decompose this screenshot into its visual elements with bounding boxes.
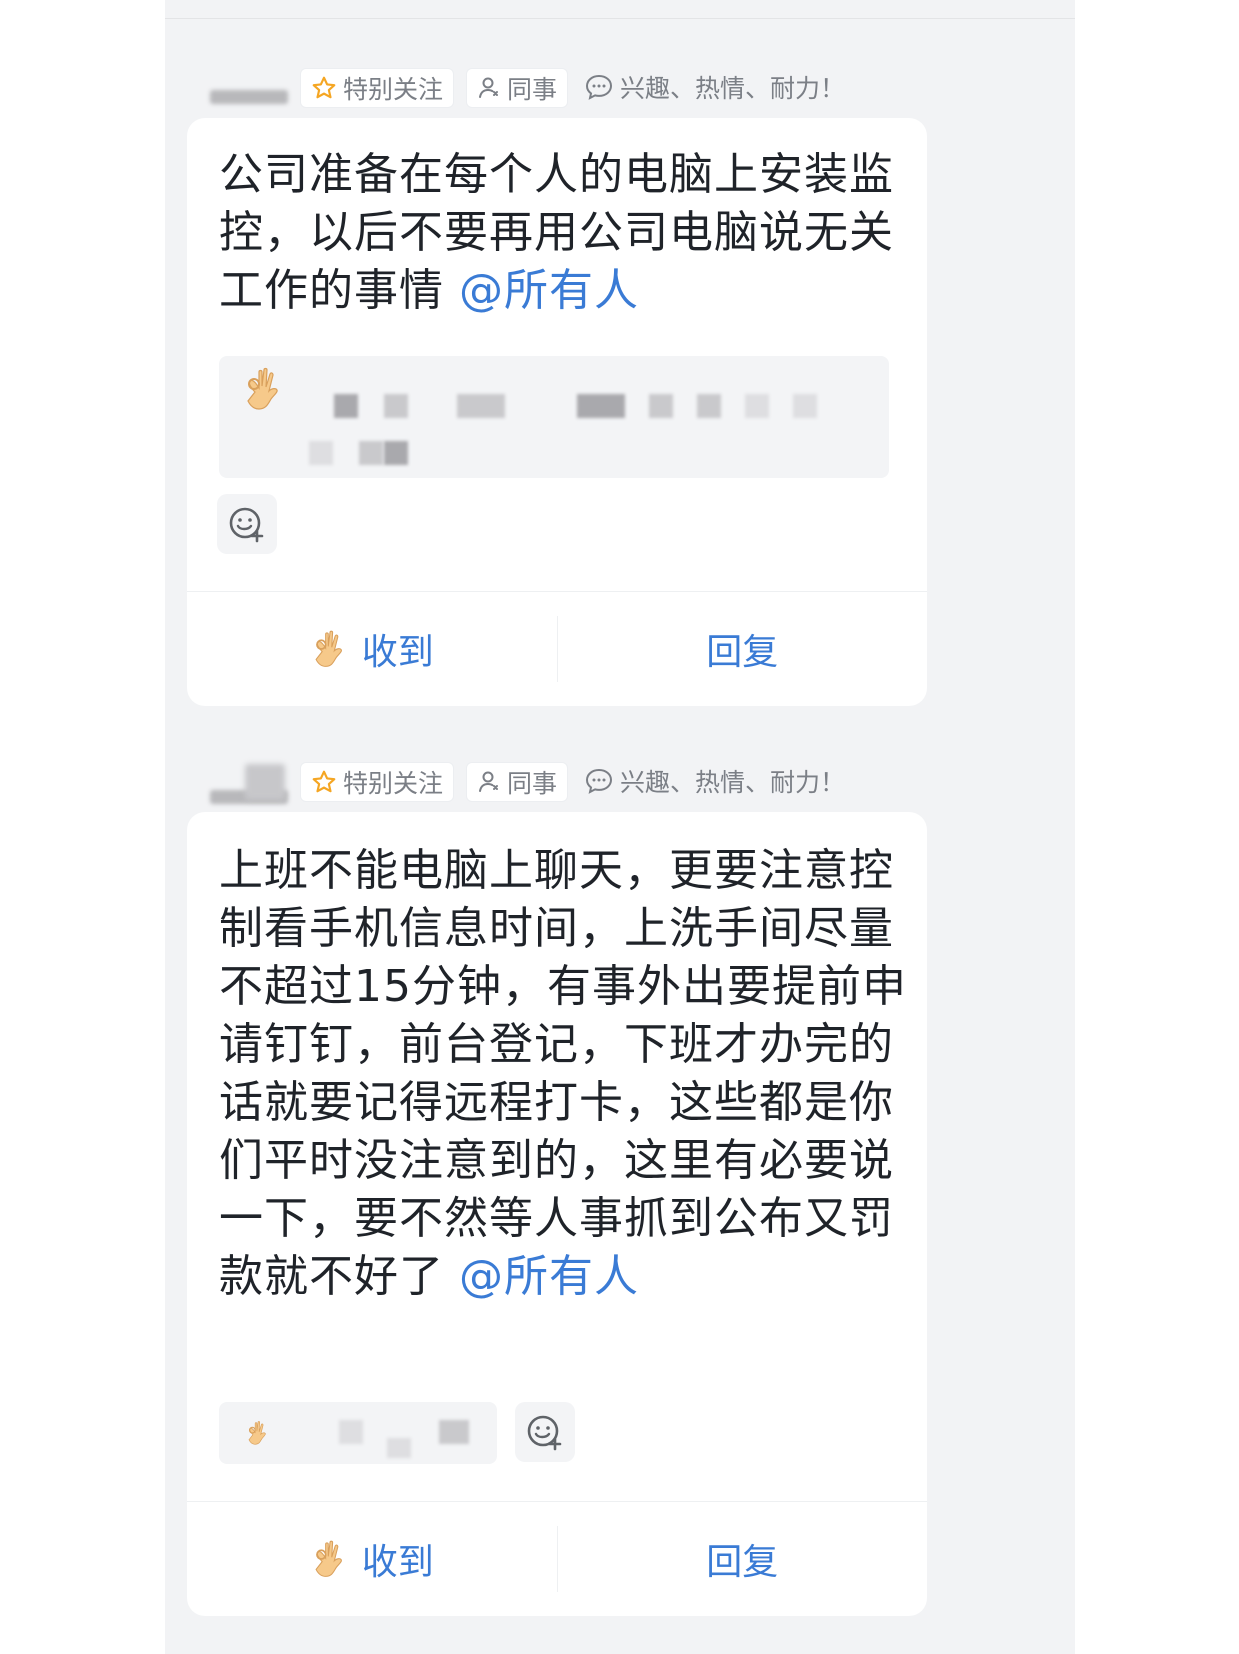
special-follow-tag[interactable]: 特别关注 <box>300 68 455 108</box>
message-actions: 收到 回复 <box>187 591 927 706</box>
colleague-label: 同事 <box>507 75 558 104</box>
sender-name-redacted[interactable] <box>210 70 290 114</box>
reaction-list[interactable] <box>219 356 889 478</box>
chat-bubble-icon <box>586 74 613 100</box>
message-actions: 收到 回复 <box>187 1501 927 1616</box>
message-text: 公司准备在每个人的电脑上安装监控，以后不要再用公司电脑说无关工作的事情 @所有人 <box>219 146 909 320</box>
top-divider <box>165 18 1075 19</box>
reaction-list[interactable] <box>219 1402 497 1464</box>
signature-label: 兴趣、热情、耐力！ <box>620 768 846 797</box>
received-label: 收到 <box>361 1542 434 1583</box>
star-icon <box>312 770 336 793</box>
sender-name-redacted[interactable] <box>210 764 290 808</box>
message-body: 上班不能电脑上聊天，更要注意控制看手机信息时间，上洗手间尽量不超过15分钟，有事… <box>219 845 907 1302</box>
sender-tags: 特别关注 同事 兴趣、热情、耐力！ <box>300 68 849 108</box>
message-text: 上班不能电脑上聊天，更要注意控制看手机信息时间，上洗手间尽量不超过15分钟，有事… <box>219 842 909 1306</box>
message-card[interactable]: 公司准备在每个人的电脑上安装监控，以后不要再用公司电脑说无关工作的事情 @所有人… <box>187 118 927 706</box>
mention-all-link[interactable]: @所有人 <box>459 265 639 316</box>
signature-label: 兴趣、热情、耐力！ <box>620 74 846 103</box>
special-follow-tag[interactable]: 特别关注 <box>300 762 455 802</box>
add-reaction-button[interactable] <box>217 494 277 554</box>
reply-label: 回复 <box>706 632 779 673</box>
ok-hand-icon <box>315 1540 342 1577</box>
reply-button[interactable]: 回复 <box>558 592 928 706</box>
person-icon <box>479 77 499 98</box>
reply-button[interactable]: 回复 <box>558 1502 928 1616</box>
add-reaction-button[interactable] <box>515 1402 575 1462</box>
received-button[interactable]: 收到 <box>187 1502 557 1616</box>
received-button[interactable]: 收到 <box>187 592 557 706</box>
colleague-label: 同事 <box>507 769 558 798</box>
special-follow-label: 特别关注 <box>343 75 444 104</box>
colleague-tag[interactable]: 同事 <box>466 68 569 108</box>
add-emoji-icon <box>527 1415 562 1451</box>
ok-hand-icon <box>248 1421 266 1445</box>
signature-tag: 兴趣、热情、耐力！ <box>580 762 849 800</box>
chat-bubble-icon <box>586 768 613 794</box>
mention-all-link[interactable]: @所有人 <box>459 1251 639 1302</box>
sender-tags: 特别关注 同事 兴趣、热情、耐力！ <box>300 762 849 802</box>
ok-hand-icon <box>315 630 342 667</box>
message-card[interactable]: 上班不能电脑上聊天，更要注意控制看手机信息时间，上洗手间尽量不超过15分钟，有事… <box>187 812 927 1616</box>
reply-label: 回复 <box>706 1542 779 1583</box>
special-follow-label: 特别关注 <box>343 769 444 798</box>
star-icon <box>312 76 336 99</box>
colleague-tag[interactable]: 同事 <box>466 762 569 802</box>
person-icon <box>479 771 499 792</box>
received-label: 收到 <box>361 632 434 673</box>
signature-tag: 兴趣、热情、耐力！ <box>580 68 849 106</box>
add-emoji-icon <box>229 507 264 543</box>
ok-hand-icon <box>247 367 278 410</box>
